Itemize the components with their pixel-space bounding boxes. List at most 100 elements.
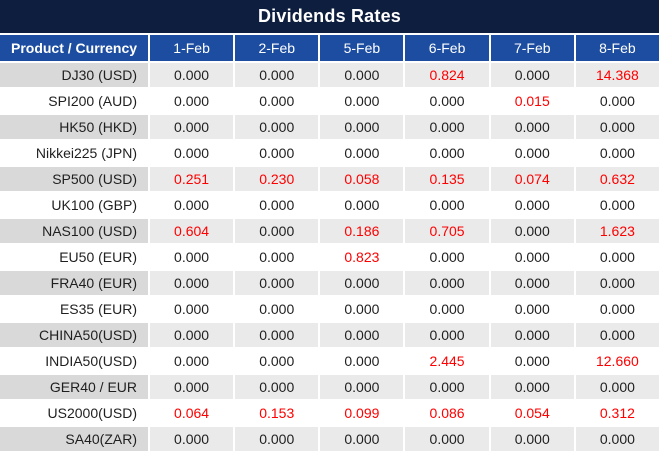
- value-cell: 0.604: [150, 219, 233, 243]
- value-cell: 0.000: [405, 271, 488, 295]
- value-cell: 0.000: [150, 297, 233, 321]
- value-cell: 0.000: [235, 323, 318, 347]
- header-cell-7-feb: 7-Feb: [491, 35, 574, 61]
- value-cell: 0.000: [405, 89, 488, 113]
- value-cell: 0.000: [491, 245, 574, 269]
- value-cell: 0.000: [150, 89, 233, 113]
- value-cell: 0.000: [320, 63, 403, 87]
- value-cell: 0.000: [235, 141, 318, 165]
- product-cell: Nikkei225 (JPN): [0, 141, 148, 165]
- value-cell: 0.000: [235, 271, 318, 295]
- value-cell: 0.312: [576, 401, 659, 425]
- value-cell: 0.000: [235, 375, 318, 399]
- value-cell: 0.000: [405, 323, 488, 347]
- value-cell: 0.000: [150, 349, 233, 373]
- value-cell: 0.000: [150, 323, 233, 347]
- value-cell: 0.000: [491, 193, 574, 217]
- table-title: Dividends Rates: [0, 0, 659, 33]
- product-cell: US2000(USD): [0, 401, 148, 425]
- value-cell: 2.445: [405, 349, 488, 373]
- value-cell: 0.000: [491, 323, 574, 347]
- value-cell: 0.000: [235, 297, 318, 321]
- value-cell: 0.000: [576, 427, 659, 451]
- value-cell: 0.153: [235, 401, 318, 425]
- value-cell: 0.000: [320, 193, 403, 217]
- value-cell: 0.000: [235, 245, 318, 269]
- header-cell-2-feb: 2-Feb: [235, 35, 318, 61]
- product-cell: SA40(ZAR): [0, 427, 148, 451]
- value-cell: 0.000: [150, 63, 233, 87]
- value-cell: 0.000: [576, 245, 659, 269]
- product-cell: HK50 (HKD): [0, 115, 148, 139]
- value-cell: 0.000: [491, 141, 574, 165]
- value-cell: 0.000: [235, 349, 318, 373]
- product-cell: SPI200 (AUD): [0, 89, 148, 113]
- dividends-grid: Product / Currency 1-Feb 2-Feb 5-Feb 6-F…: [0, 33, 659, 452]
- value-cell: 0.000: [576, 141, 659, 165]
- value-cell: 0.251: [150, 167, 233, 191]
- value-cell: 0.823: [320, 245, 403, 269]
- value-cell: 0.000: [405, 375, 488, 399]
- value-cell: 0.000: [491, 63, 574, 87]
- dividends-rates-table: Dividends Rates Product / Currency 1-Feb…: [0, 0, 659, 452]
- value-cell: 0.000: [491, 427, 574, 451]
- value-cell: 0.000: [235, 63, 318, 87]
- value-cell: 0.000: [491, 297, 574, 321]
- product-cell: CHINA50(USD): [0, 323, 148, 347]
- value-cell: 0.000: [405, 141, 488, 165]
- value-cell: 1.623: [576, 219, 659, 243]
- value-cell: 0.000: [405, 115, 488, 139]
- product-cell: FRA40 (EUR): [0, 271, 148, 295]
- value-cell: 0.705: [405, 219, 488, 243]
- value-cell: 0.000: [320, 323, 403, 347]
- product-cell: SP500 (USD): [0, 167, 148, 191]
- value-cell: 0.000: [320, 375, 403, 399]
- product-cell: ES35 (EUR): [0, 297, 148, 321]
- value-cell: 0.000: [320, 349, 403, 373]
- value-cell: 0.000: [320, 297, 403, 321]
- value-cell: 0.000: [150, 427, 233, 451]
- header-cell-product-currency: Product / Currency: [0, 35, 148, 61]
- value-cell: 0.000: [150, 115, 233, 139]
- value-cell: 0.000: [491, 115, 574, 139]
- product-cell: EU50 (EUR): [0, 245, 148, 269]
- value-cell: 0.000: [491, 349, 574, 373]
- value-cell: 0.000: [491, 375, 574, 399]
- value-cell: 0.186: [320, 219, 403, 243]
- value-cell: 0.000: [405, 297, 488, 321]
- value-cell: 0.000: [405, 427, 488, 451]
- value-cell: 0.824: [405, 63, 488, 87]
- value-cell: 12.660: [576, 349, 659, 373]
- value-cell: 0.054: [491, 401, 574, 425]
- value-cell: 0.632: [576, 167, 659, 191]
- value-cell: 0.135: [405, 167, 488, 191]
- value-cell: 0.074: [491, 167, 574, 191]
- value-cell: 0.058: [320, 167, 403, 191]
- value-cell: 0.000: [235, 427, 318, 451]
- value-cell: 0.000: [576, 115, 659, 139]
- header-cell-5-feb: 5-Feb: [320, 35, 403, 61]
- value-cell: 0.000: [491, 219, 574, 243]
- value-cell: 0.000: [576, 193, 659, 217]
- value-cell: 0.000: [576, 323, 659, 347]
- value-cell: 0.000: [150, 193, 233, 217]
- value-cell: 0.000: [576, 297, 659, 321]
- value-cell: 0.000: [150, 141, 233, 165]
- value-cell: 0.000: [405, 193, 488, 217]
- value-cell: 0.000: [405, 245, 488, 269]
- value-cell: 0.000: [235, 219, 318, 243]
- product-cell: GER40 / EUR: [0, 375, 148, 399]
- value-cell: 0.000: [150, 375, 233, 399]
- header-cell-1-feb: 1-Feb: [150, 35, 233, 61]
- value-cell: 0.086: [405, 401, 488, 425]
- value-cell: 14.368: [576, 63, 659, 87]
- value-cell: 0.000: [491, 271, 574, 295]
- value-cell: 0.000: [150, 245, 233, 269]
- value-cell: 0.000: [235, 193, 318, 217]
- product-cell: INDIA50(USD): [0, 349, 148, 373]
- header-cell-8-feb: 8-Feb: [576, 35, 659, 61]
- value-cell: 0.000: [235, 115, 318, 139]
- value-cell: 0.064: [150, 401, 233, 425]
- value-cell: 0.000: [576, 271, 659, 295]
- product-cell: DJ30 (USD): [0, 63, 148, 87]
